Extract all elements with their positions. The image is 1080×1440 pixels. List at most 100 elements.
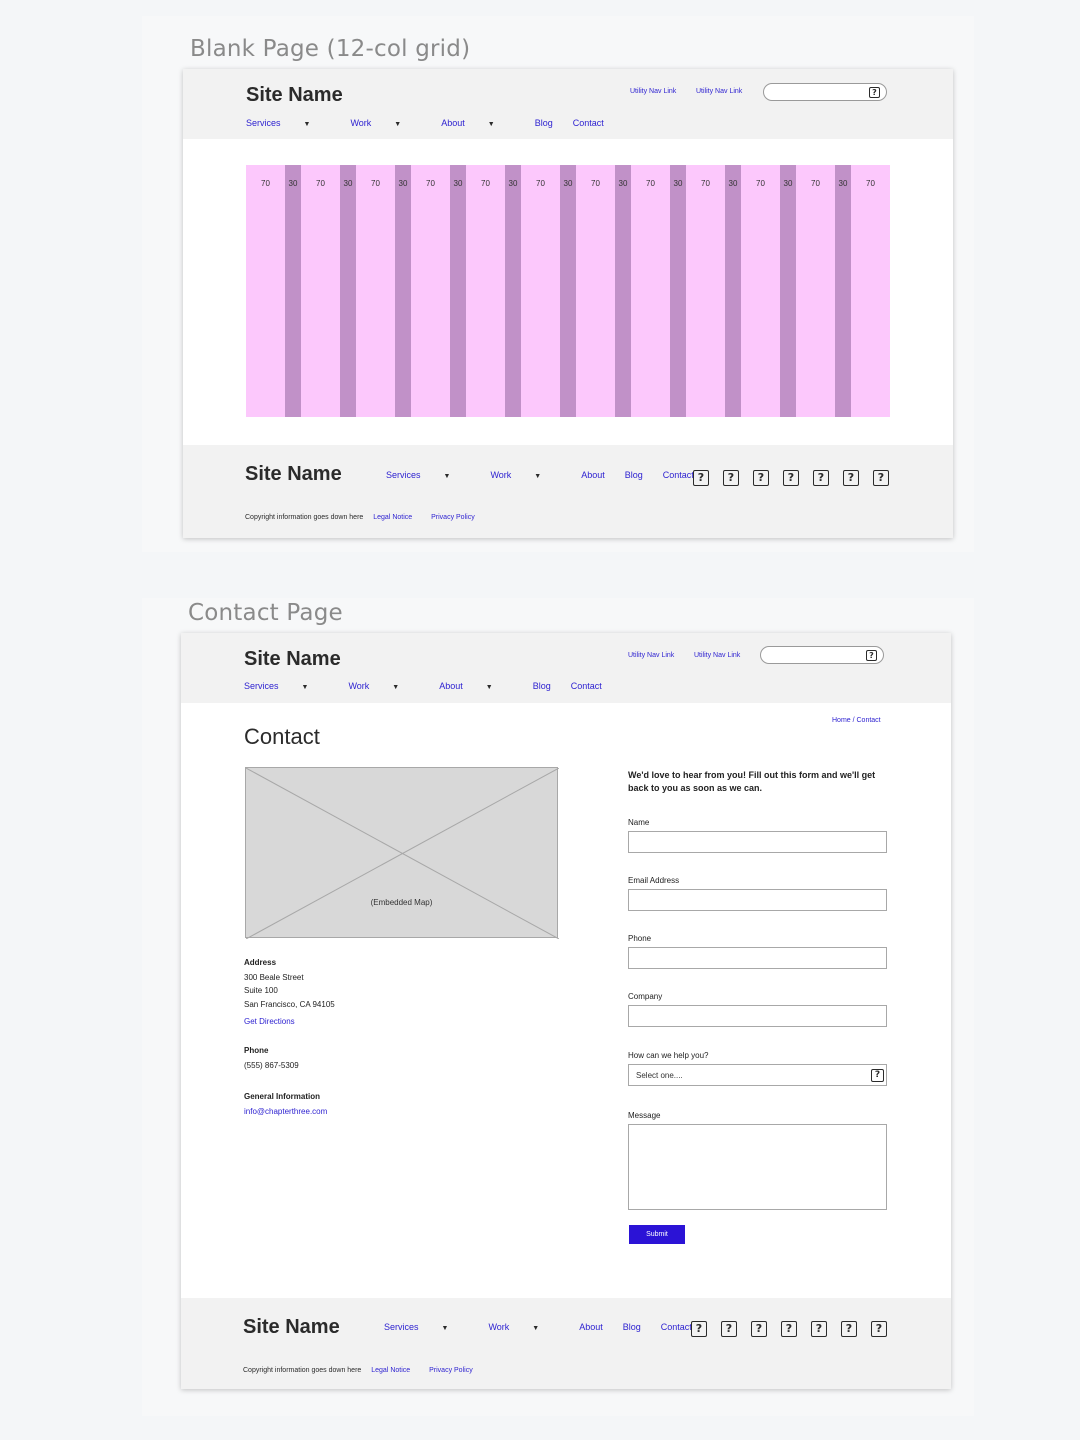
get-directions-link[interactable]: Get Directions [244, 1017, 295, 1026]
grid-column: 70 [631, 165, 670, 417]
grid-column: 70 [741, 165, 780, 417]
grid-column: 70 [356, 165, 395, 417]
social-icon[interactable]: ? [693, 470, 709, 486]
help-select[interactable]: Select one.... ? [628, 1064, 887, 1086]
search-icon[interactable]: ? [869, 87, 880, 98]
name-field[interactable] [628, 831, 887, 853]
nav-services[interactable]: Services ▼ [244, 681, 328, 691]
footer-site-name[interactable]: Site Name [243, 1316, 340, 1339]
breadcrumb[interactable]: Home / Contact [832, 717, 881, 724]
social-icon[interactable]: ? [813, 470, 829, 486]
nav-services-label: Services [246, 118, 281, 128]
nav-work[interactable]: Work ▼ [350, 118, 421, 128]
footer-nav-about[interactable]: About [579, 1322, 603, 1332]
utility-nav-link-2[interactable]: Utility Nav Link [696, 88, 742, 95]
footer-nav-about[interactable]: About [581, 470, 605, 480]
social-icon[interactable]: ? [843, 470, 859, 486]
nav-about[interactable]: About ▼ [439, 681, 512, 691]
site-footer: Site Name Services ▼ Work ▼ About Blog Con… [183, 445, 953, 538]
social-icon[interactable]: ? [753, 470, 769, 486]
social-icon[interactable]: ? [873, 470, 889, 486]
chevron-down-icon: ▼ [485, 684, 493, 691]
footer-nav-contact[interactable]: Contact [663, 470, 694, 480]
footer-site-name[interactable]: Site Name [245, 463, 342, 486]
search-icon[interactable]: ? [866, 650, 877, 661]
social-icon[interactable]: ? [841, 1321, 857, 1337]
embedded-map[interactable]: (Embedded Map) [245, 767, 559, 939]
footer-nav-contact[interactable]: Contact [661, 1322, 692, 1332]
social-icons: ? ? ? ? ? ? ? [691, 1321, 901, 1337]
legal-notice-link[interactable]: Legal Notice [371, 1367, 410, 1374]
chevron-down-icon: ▼ [301, 684, 309, 691]
social-icon[interactable]: ? [751, 1321, 767, 1337]
main-nav: Services ▼ Work ▼ About ▼ Blog Contact [246, 118, 624, 128]
copyright-text: Copyright information goes down here [245, 514, 364, 521]
footer-nav-services[interactable]: Services ▼ [386, 470, 470, 480]
footer-nav-blog[interactable]: Blog [623, 1322, 641, 1332]
grid-column: 70 [466, 165, 505, 417]
social-icon[interactable]: ? [871, 1321, 887, 1337]
chevron-down-icon: ▼ [394, 121, 402, 128]
footer-nav-work[interactable]: Work ▼ [490, 470, 561, 480]
search-input[interactable]: ? [760, 646, 884, 664]
chevron-down-icon: ▼ [487, 121, 495, 128]
help-label: How can we help you? [628, 1051, 709, 1060]
grid-gutter: 30 [340, 165, 356, 417]
site-name[interactable]: Site Name [246, 84, 343, 107]
utility-nav-link-1[interactable]: Utility Nav Link [630, 88, 676, 95]
legal-notice-link[interactable]: Legal Notice [373, 514, 412, 521]
message-textarea[interactable] [628, 1124, 887, 1210]
nav-contact[interactable]: Contact [573, 118, 604, 128]
footer-nav-work[interactable]: Work ▼ [488, 1322, 559, 1332]
nav-blog[interactable]: Blog [535, 118, 553, 128]
email-field[interactable] [628, 889, 887, 911]
footer-nav-blog[interactable]: Blog [625, 470, 643, 480]
nav-services[interactable]: Services ▼ [246, 118, 330, 128]
grid-gutter: 30 [615, 165, 631, 417]
submit-button[interactable]: Submit [629, 1225, 685, 1244]
address-line-3: San Francisco, CA 94105 [244, 1000, 335, 1009]
nav-blog[interactable]: Blog [533, 681, 551, 691]
grid-gutter: 30 [395, 165, 411, 417]
map-placeholder-cross [246, 768, 559, 939]
privacy-policy-link[interactable]: Privacy Policy [431, 514, 475, 521]
company-field[interactable] [628, 1005, 887, 1027]
dropdown-icon[interactable]: ? [871, 1069, 884, 1082]
chevron-down-icon: ▼ [534, 473, 542, 480]
company-label: Company [628, 992, 663, 1001]
privacy-policy-link[interactable]: Privacy Policy [429, 1367, 473, 1374]
footer-nav: Services ▼ Work ▼ About Blog Contact [386, 470, 714, 480]
contact-page-frame: Site Name Utility Nav Link Utility Nav L… [181, 633, 951, 1389]
nav-about[interactable]: About ▼ [441, 118, 514, 128]
email-link[interactable]: info@chapterthree.com [244, 1107, 327, 1116]
utility-nav-link-1[interactable]: Utility Nav Link [628, 652, 674, 659]
grid-column: 70 [796, 165, 835, 417]
grid-gutter: 30 [780, 165, 796, 417]
footer-legal: Copyright information goes down here Leg… [243, 1367, 490, 1374]
blank-page-artboard-title: Blank Page (12-col grid) [190, 36, 471, 62]
social-icon[interactable]: ? [811, 1321, 827, 1337]
grid-gutter: 30 [560, 165, 576, 417]
form-intro: We'd love to hear from you! Fill out thi… [628, 770, 876, 793]
nav-work[interactable]: Work ▼ [348, 681, 419, 691]
search-input[interactable]: ? [763, 83, 887, 101]
footer-nav-services[interactable]: Services ▼ [384, 1322, 468, 1332]
email-label: Email Address [628, 876, 680, 885]
utility-nav-link-2[interactable]: Utility Nav Link [694, 652, 740, 659]
footer-nav-work-label: Work [488, 1322, 510, 1332]
social-icon[interactable]: ? [783, 470, 799, 486]
nav-services-label: Services [244, 681, 279, 691]
nav-contact[interactable]: Contact [571, 681, 602, 691]
chevron-down-icon: ▼ [392, 684, 400, 691]
footer-nav: Services ▼ Work ▼ About Blog Contact [384, 1322, 712, 1332]
social-icon[interactable]: ? [691, 1321, 707, 1337]
social-icon[interactable]: ? [723, 470, 739, 486]
phone-field[interactable] [628, 947, 887, 969]
social-icon[interactable]: ? [781, 1321, 797, 1337]
nav-about-label: About [439, 681, 463, 691]
main-nav: Services ▼ Work ▼ About ▼ Blog Contact [244, 681, 622, 691]
site-name[interactable]: Site Name [244, 648, 341, 671]
phone-value: (555) 867-5309 [244, 1061, 299, 1070]
grid-gutter: 30 [725, 165, 741, 417]
social-icon[interactable]: ? [721, 1321, 737, 1337]
